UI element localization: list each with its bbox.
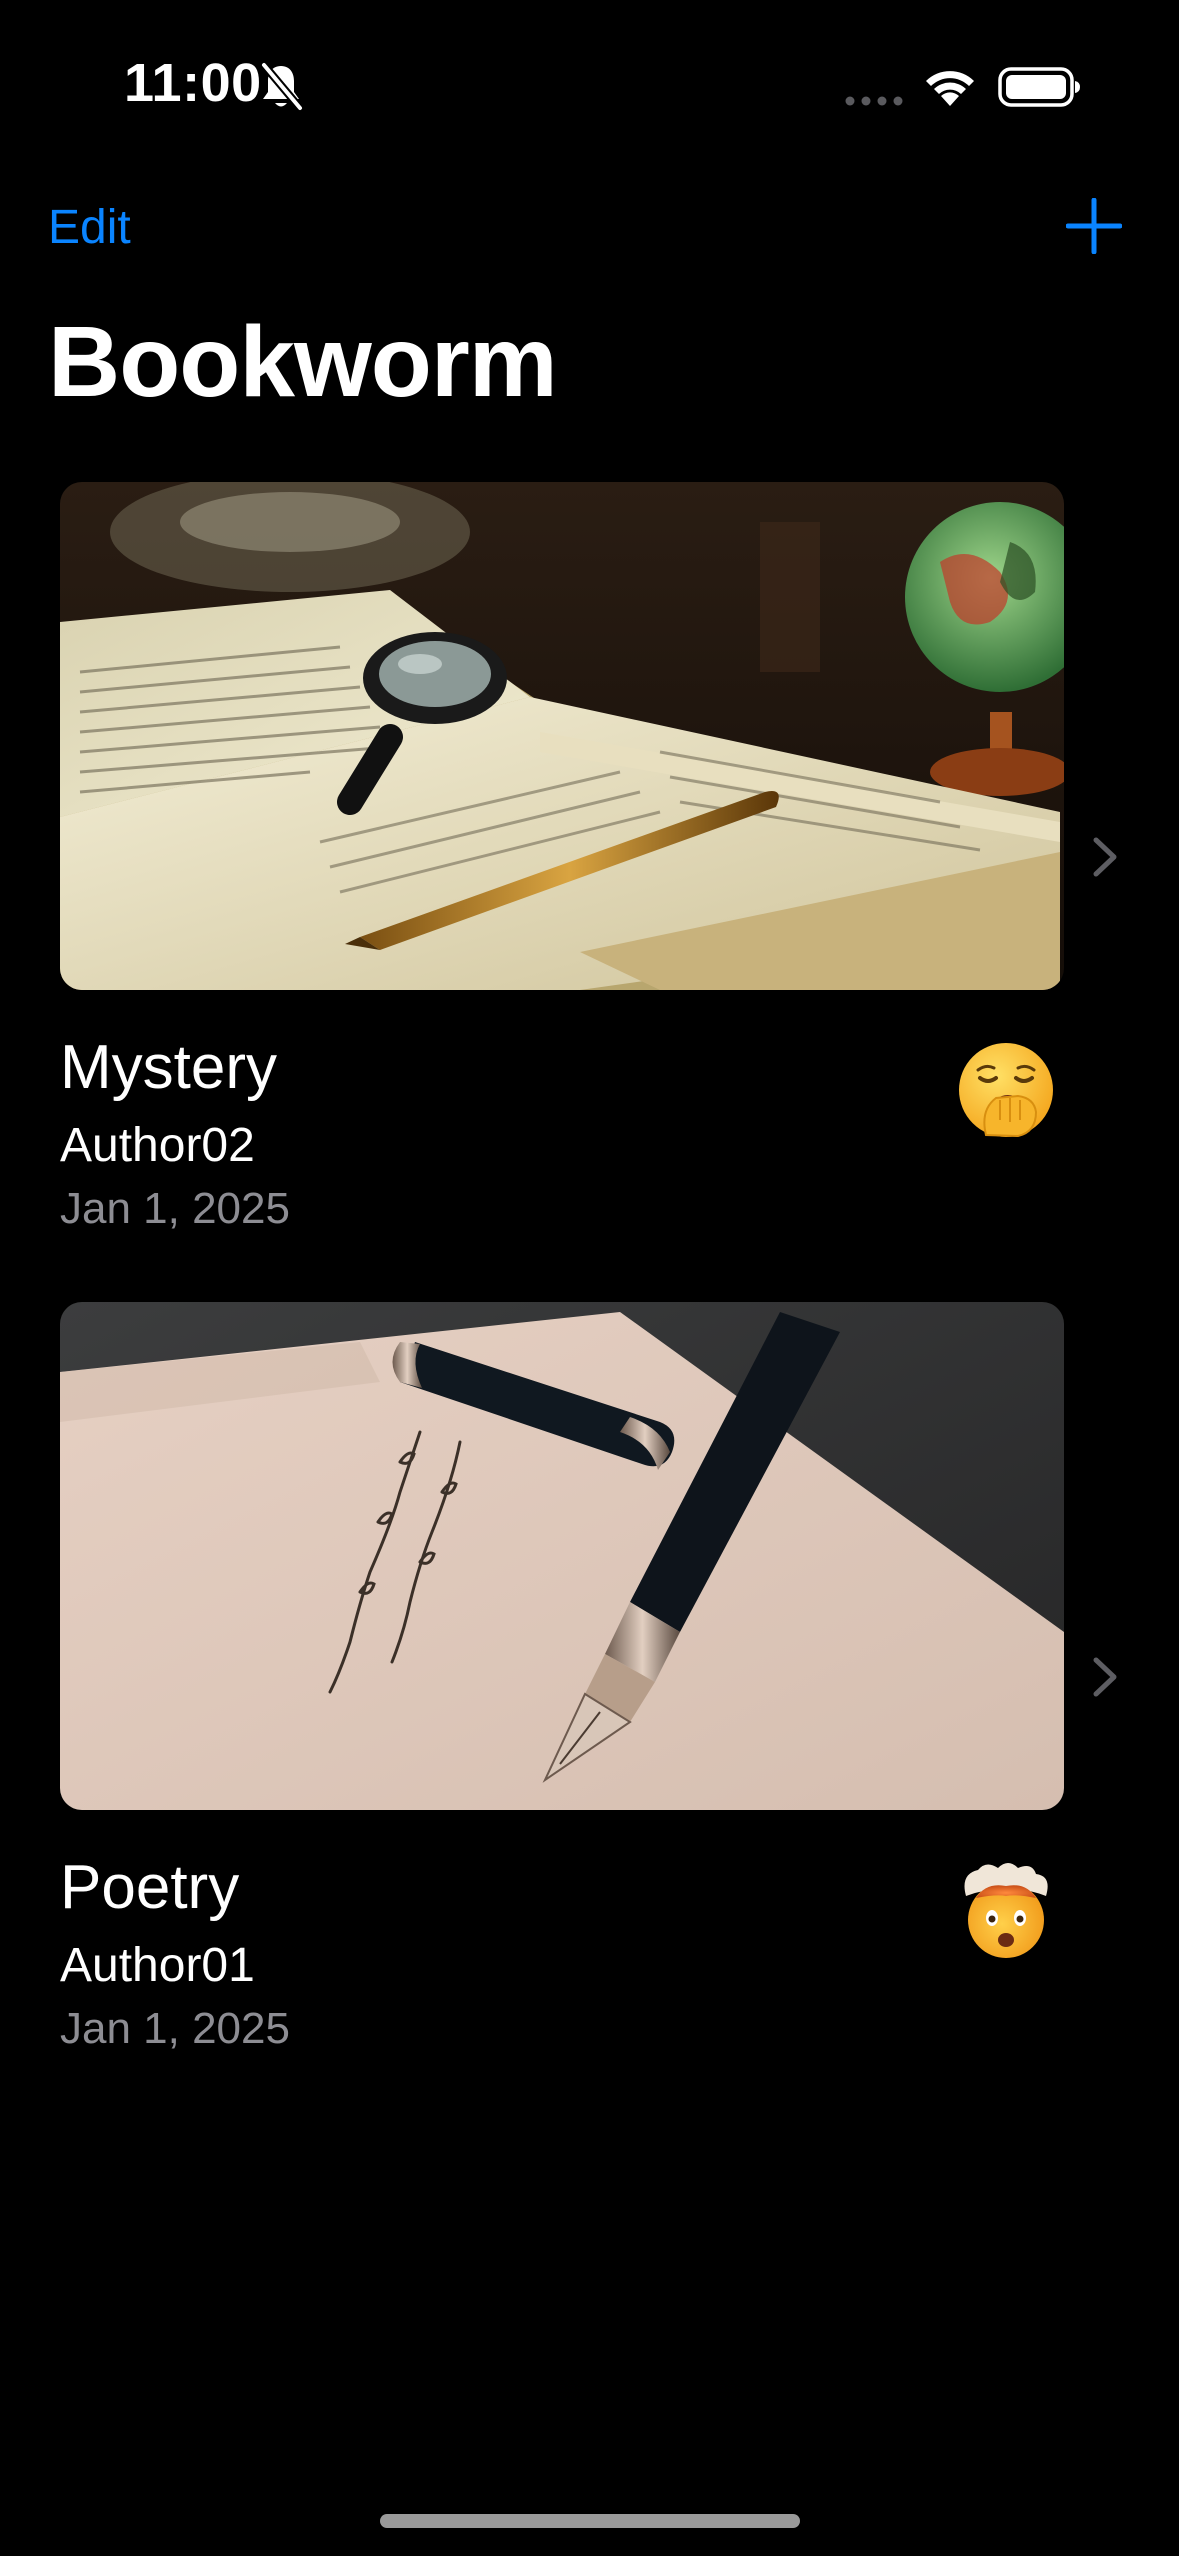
bell-slash-icon (260, 62, 304, 112)
status-bar: 11:00 (0, 0, 1179, 150)
book-author: Author02 (60, 1119, 255, 1172)
chevron-right-icon (1093, 837, 1117, 877)
cellular-signal-icon (845, 96, 903, 106)
chevron-right-icon (1093, 1657, 1117, 1697)
status-time: 11:00 (124, 53, 262, 113)
book-date: Jan 1, 2025 (60, 1184, 290, 1233)
page-title: Bookworm (48, 306, 558, 418)
book-title: Poetry (60, 1853, 240, 1922)
book-cover-image (60, 482, 1064, 990)
home-indicator[interactable] (380, 2514, 800, 2528)
book-author: Author01 (60, 1939, 255, 1992)
battery-icon (998, 67, 1080, 107)
book-row-mystery[interactable]: Mystery Author02 Jan 1, 2025 (0, 480, 1179, 1280)
book-date: Jan 1, 2025 (60, 2004, 290, 2053)
yawning-face-emoji (959, 1043, 1053, 1138)
plus-icon[interactable] (1066, 198, 1122, 254)
edit-button[interactable]: Edit (48, 200, 131, 255)
book-title: Mystery (60, 1033, 277, 1102)
book-cover-image (60, 1302, 1064, 1810)
fountain-pen-paper-cover-image (60, 1302, 1064, 1810)
book-row-poetry[interactable]: Poetry Author01 Jan 1, 2025 (0, 1300, 1179, 2100)
wifi-icon (926, 71, 974, 106)
exploding-head-emoji (964, 1863, 1048, 1958)
magnifying-glass-book-cover-image (60, 482, 1064, 990)
